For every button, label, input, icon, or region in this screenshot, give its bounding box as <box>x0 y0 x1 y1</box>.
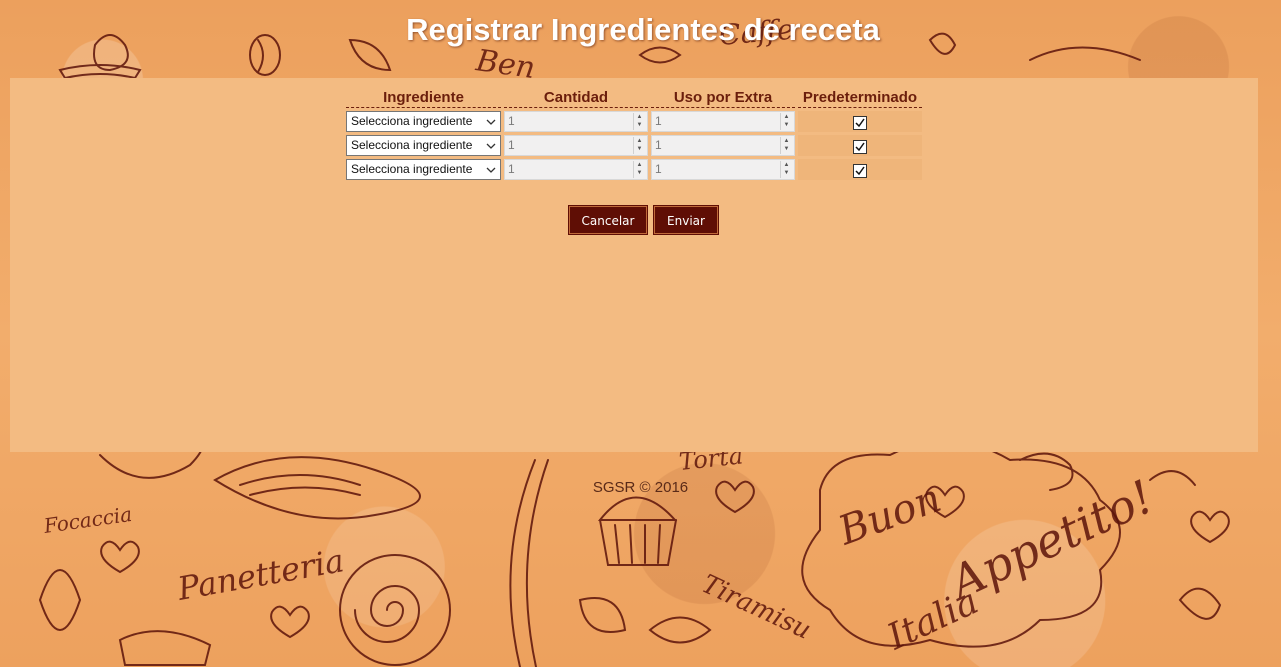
quantity-stepper[interactable]: 1 ▲ ▼ <box>504 159 648 180</box>
ingredient-select-value: Selecciona ingrediente <box>351 138 473 152</box>
checkmark-icon <box>855 142 865 151</box>
chevron-down-icon <box>486 119 496 125</box>
page-title: Registrar Ingredientes de receta <box>406 12 880 47</box>
extra-use-value: 1 <box>655 162 662 176</box>
svg-text:Tiramisu: Tiramisu <box>697 569 815 645</box>
cancel-button[interactable]: Cancelar <box>568 205 648 235</box>
form-panel: Ingrediente Cantidad Uso por Extra Prede… <box>10 78 1258 452</box>
extra-use-stepper[interactable]: 1 ▲ ▼ <box>651 111 795 132</box>
column-header-ingredient: Ingrediente <box>346 88 501 108</box>
stepper-arrows-icon[interactable]: ▲ ▼ <box>633 113 645 130</box>
table-row: Selecciona ingrediente 1 ▲ ▼ 1 ▲ ▼ <box>346 159 922 180</box>
svg-text:Italia: Italia <box>881 581 985 659</box>
ingredients-table: Ingrediente Cantidad Uso por Extra Prede… <box>343 85 925 183</box>
quantity-stepper[interactable]: 1 ▲ ▼ <box>504 111 648 132</box>
ingredient-select[interactable]: Selecciona ingrediente <box>346 159 501 180</box>
stepper-arrows-icon[interactable]: ▲ ▼ <box>633 161 645 178</box>
ingredient-select[interactable]: Selecciona ingrediente <box>346 111 501 132</box>
ingredient-select-value: Selecciona ingrediente <box>351 162 473 176</box>
checkmark-icon <box>855 118 865 127</box>
column-header-quantity: Cantidad <box>504 88 648 108</box>
extra-use-stepper[interactable]: 1 ▲ ▼ <box>651 159 795 180</box>
stepper-arrows-icon[interactable]: ▲ ▼ <box>633 137 645 154</box>
quantity-value: 1 <box>508 138 515 152</box>
ingredient-select[interactable]: Selecciona ingrediente <box>346 135 501 156</box>
table-header-row: Ingrediente Cantidad Uso por Extra Prede… <box>346 88 922 108</box>
default-checkbox[interactable] <box>853 163 867 178</box>
send-button[interactable]: Enviar <box>653 205 719 235</box>
extra-use-stepper[interactable]: 1 ▲ ▼ <box>651 135 795 156</box>
svg-text:Focaccia: Focaccia <box>41 502 133 538</box>
extra-use-value: 1 <box>655 114 662 128</box>
stepper-arrows-icon[interactable]: ▲ ▼ <box>780 161 792 178</box>
column-header-extra-use: Uso por Extra <box>651 88 795 108</box>
quantity-value: 1 <box>508 114 515 128</box>
column-header-default: Predeterminado <box>798 88 922 108</box>
stepper-arrows-icon[interactable]: ▲ ▼ <box>780 137 792 154</box>
chevron-down-icon <box>486 167 496 173</box>
chevron-down-icon <box>486 143 496 149</box>
quantity-value: 1 <box>508 162 515 176</box>
quantity-stepper[interactable]: 1 ▲ ▼ <box>504 135 648 156</box>
table-row: Selecciona ingrediente 1 ▲ ▼ 1 ▲ ▼ <box>346 111 922 132</box>
default-checkbox[interactable] <box>853 139 867 154</box>
stepper-arrows-icon[interactable]: ▲ ▼ <box>780 113 792 130</box>
checkmark-icon <box>855 166 865 175</box>
ingredient-select-value: Selecciona ingrediente <box>351 114 473 128</box>
default-checkbox[interactable] <box>853 115 867 130</box>
extra-use-value: 1 <box>655 138 662 152</box>
footer-copyright: SGSR © 2016 <box>592 479 689 496</box>
table-row: Selecciona ingrediente 1 ▲ ▼ 1 ▲ ▼ <box>346 135 922 156</box>
svg-text:Panetteria: Panetteria <box>174 541 347 608</box>
